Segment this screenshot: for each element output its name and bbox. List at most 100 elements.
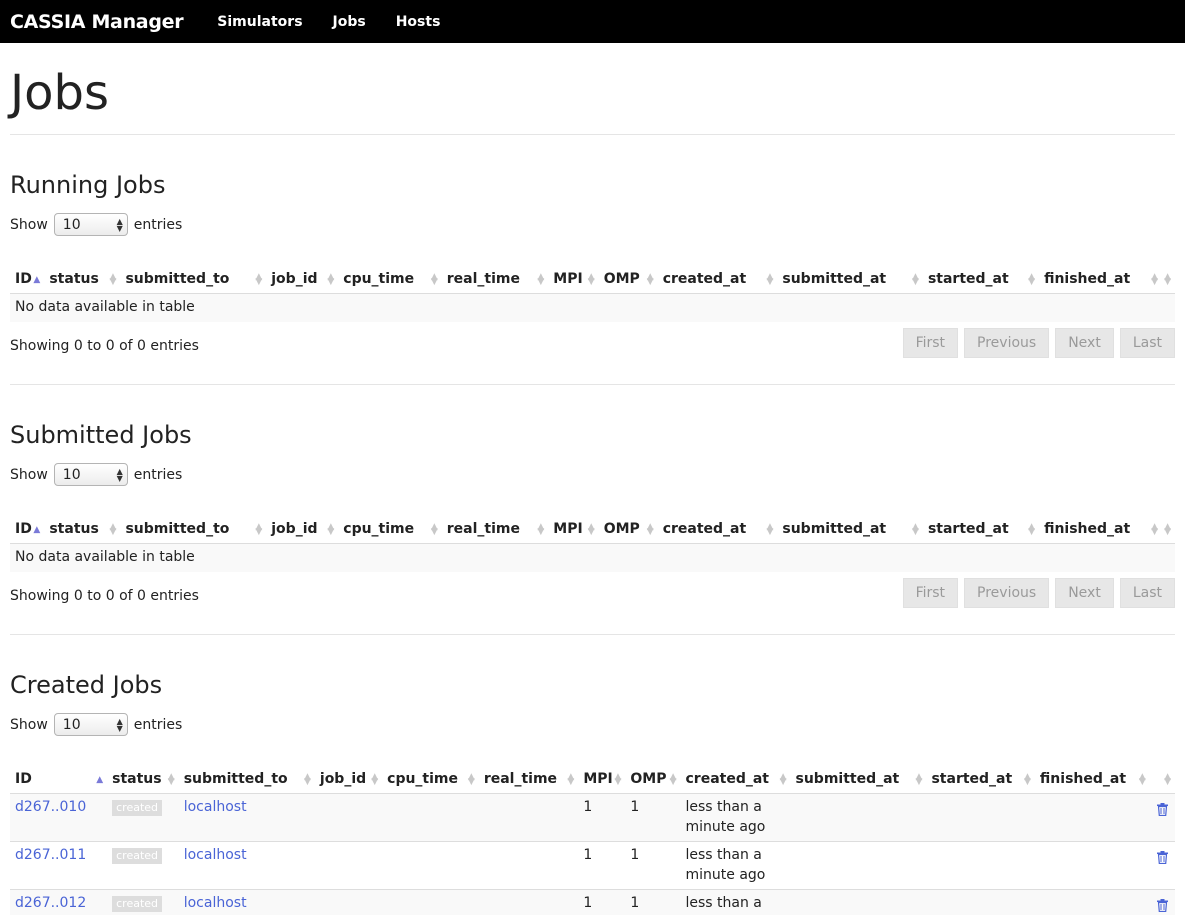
sort-both-icon: ▲ ▼: [1151, 521, 1159, 537]
column-header-started-at[interactable]: started_at ▲ ▼: [926, 765, 1035, 795]
entries-select-value: 10: [62, 716, 81, 733]
table-footer: Showing 0 to 0 of 0 entries First Previo…: [10, 577, 1175, 608]
column-header-label: submitted_to: [125, 271, 230, 288]
column-header-actions[interactable]: ▲ ▼: [1149, 765, 1175, 795]
column-header-label: OMP: [603, 271, 640, 288]
job-id-cell-col: [314, 889, 383, 915]
column-header-status[interactable]: status ▲ ▼: [107, 765, 179, 795]
column-header-label: created_at: [662, 521, 747, 538]
select-arrows-icon: ▲ ▼: [116, 466, 123, 483]
column-header-real-time[interactable]: real_time ▲ ▼: [441, 515, 549, 545]
column-header-submitted-to[interactable]: submitted_to ▲ ▼: [178, 765, 315, 795]
column-header-label: real_time: [446, 521, 520, 538]
last-button[interactable]: Last: [1119, 577, 1175, 608]
job-id-col: d267..010: [10, 793, 108, 842]
column-header-finished-at[interactable]: finished_at ▲ ▼: [1039, 265, 1163, 295]
previous-button[interactable]: Previous: [964, 577, 1050, 608]
entries-select[interactable]: 10 ▲ ▼: [53, 713, 128, 737]
column-header-label: cpu_time: [343, 521, 415, 538]
column-header-label: status: [112, 771, 162, 788]
next-button[interactable]: Next: [1055, 327, 1114, 358]
job-id-cell-col: [314, 793, 383, 842]
delete-col: [1149, 793, 1175, 842]
column-header-finished-at[interactable]: finished_at ▲ ▼: [1039, 515, 1163, 545]
host-link[interactable]: localhost: [184, 847, 247, 863]
column-header-actions[interactable]: ▲ ▼: [1162, 515, 1175, 545]
column-header-real-time[interactable]: real_time ▲ ▼: [441, 265, 549, 295]
column-header-mpi[interactable]: MPI ▲ ▼: [548, 265, 599, 295]
job-id-link[interactable]: d267..010: [15, 799, 86, 815]
column-header-job-id[interactable]: job_id ▲ ▼: [314, 765, 383, 795]
column-header-id[interactable]: ID ▲: [10, 265, 45, 295]
real-time-cell-col: [478, 841, 579, 890]
select-arrows-icon: ▲ ▼: [116, 716, 123, 733]
column-header-submitted-to[interactable]: submitted_to ▲ ▼: [120, 265, 267, 295]
column-header-started-at[interactable]: started_at ▲ ▼: [922, 515, 1040, 545]
host-link[interactable]: localhost: [184, 895, 247, 911]
column-header-label: MPI: [553, 271, 583, 288]
entries-select[interactable]: 10 ▲ ▼: [53, 463, 128, 487]
column-header-label: started_at: [927, 521, 1009, 538]
sort-both-icon: ▲ ▼: [912, 271, 919, 287]
real-time-cell-col: [478, 793, 579, 842]
column-header-submitted-at[interactable]: submitted_at ▲ ▼: [777, 515, 923, 545]
column-header-mpi[interactable]: MPI ▲ ▼: [578, 765, 626, 795]
column-header-label: ID: [15, 771, 32, 788]
column-header-mpi[interactable]: MPI ▲ ▼: [548, 515, 599, 545]
column-header-id[interactable]: ID ▲: [10, 765, 108, 795]
column-header-created-at[interactable]: created_at ▲ ▼: [680, 765, 791, 795]
sort-both-icon: ▲ ▼: [1164, 521, 1171, 537]
column-header-label: submitted_at: [795, 771, 900, 788]
sort-both-icon: ▲ ▼: [1138, 771, 1146, 787]
last-button[interactable]: Last: [1119, 327, 1175, 358]
nav-simulators[interactable]: Simulators: [217, 14, 302, 30]
column-header-real-time[interactable]: real_time ▲ ▼: [478, 765, 579, 795]
job-id-link[interactable]: d267..011: [15, 847, 86, 863]
column-header-status[interactable]: status ▲ ▼: [44, 265, 121, 295]
trash-icon[interactable]: [1156, 851, 1168, 865]
column-header-label: created_at: [662, 271, 747, 288]
column-header-status[interactable]: status ▲ ▼: [44, 515, 121, 545]
host-link[interactable]: localhost: [184, 799, 247, 815]
column-header-created-at[interactable]: created_at ▲ ▼: [657, 515, 778, 545]
first-button[interactable]: First: [902, 577, 959, 608]
previous-button[interactable]: Previous: [964, 327, 1050, 358]
column-header-created-at[interactable]: created_at ▲ ▼: [657, 265, 778, 295]
column-header-job-id[interactable]: job_id ▲ ▼: [266, 265, 339, 295]
brand[interactable]: CASSIA Manager: [10, 11, 184, 33]
column-header-actions[interactable]: ▲ ▼: [1162, 265, 1175, 295]
job-id-link[interactable]: d267..012: [15, 895, 86, 911]
status-col: created: [107, 793, 179, 842]
column-header-submitted-at[interactable]: submitted_at ▲ ▼: [777, 265, 923, 295]
entries-select[interactable]: 10 ▲ ▼: [53, 213, 128, 237]
length-control: Show 10 ▲ ▼ entries: [10, 463, 1175, 487]
column-header-cpu-time[interactable]: cpu_time ▲ ▼: [338, 265, 442, 295]
pagination: First Previous Next Last: [902, 327, 1175, 358]
column-header-cpu-time[interactable]: cpu_time ▲ ▼: [382, 765, 479, 795]
created-at-cell: less than a minute ago: [685, 895, 762, 912]
column-header-omp[interactable]: OMP ▲ ▼: [598, 515, 658, 545]
next-button[interactable]: Next: [1055, 577, 1114, 608]
column-header-omp[interactable]: OMP ▲ ▼: [598, 265, 658, 295]
column-header-label: MPI: [583, 771, 613, 788]
column-header-submitted-to[interactable]: submitted_to ▲ ▼: [120, 515, 267, 545]
trash-icon[interactable]: [1156, 899, 1168, 913]
entries-select-value: 10: [62, 216, 81, 233]
first-button[interactable]: First: [902, 327, 959, 358]
column-header-started-at[interactable]: started_at ▲ ▼: [922, 265, 1040, 295]
sort-both-icon: ▲ ▼: [327, 521, 335, 537]
nav-hosts[interactable]: Hosts: [396, 14, 441, 30]
mpi-cell: 1: [583, 847, 593, 864]
column-header-cpu-time[interactable]: cpu_time ▲ ▼: [338, 515, 442, 545]
omp-cell-col: 1: [625, 793, 681, 842]
nav-jobs[interactable]: Jobs: [333, 14, 366, 30]
delete-col: [1149, 841, 1175, 890]
column-header-submitted-at[interactable]: submitted_at ▲ ▼: [790, 765, 927, 795]
column-header-finished-at[interactable]: finished_at ▲ ▼: [1034, 765, 1150, 795]
sort-both-icon: ▲ ▼: [109, 271, 117, 287]
column-header-label: status: [49, 271, 99, 288]
column-header-omp[interactable]: OMP ▲ ▼: [625, 765, 681, 795]
trash-icon[interactable]: [1156, 803, 1168, 817]
column-header-id[interactable]: ID ▲: [10, 515, 45, 545]
column-header-job-id[interactable]: job_id ▲ ▼: [266, 515, 339, 545]
